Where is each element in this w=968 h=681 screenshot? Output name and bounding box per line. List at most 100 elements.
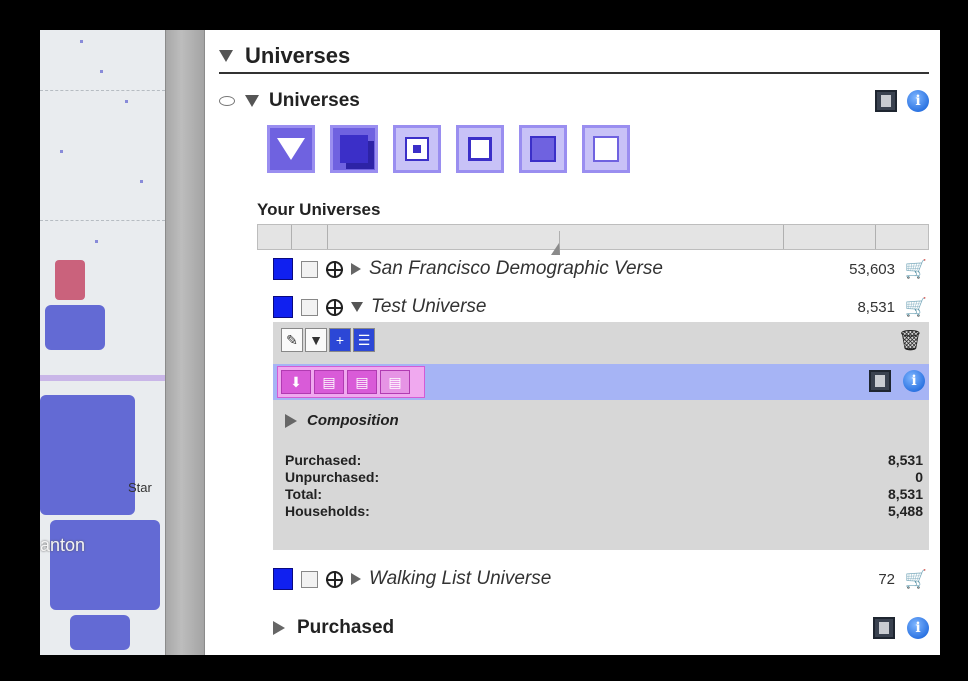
stat-label: Total: [285,486,323,502]
expand-row-icon[interactable] [351,263,361,275]
intersect-icon [405,137,429,161]
universe-detail: ✎ ▼ + ☰ 🗑 ⬇ ▤ ▤ ▤ i Composition Purchase… [273,322,929,550]
universes-panel: Universes Universes i Your Universes San… [205,30,940,655]
universes-subheader: Universes i [219,86,929,116]
row-toolbar: ✎ ▼ + ☰ [281,328,375,352]
map-road [40,375,165,381]
stat-label: Purchased: [285,452,362,468]
cart-icon[interactable]: 🛒 [903,297,929,318]
column-header[interactable] [876,225,928,249]
stat-value: 0 [915,469,923,485]
cart-icon[interactable]: 🛒 [903,259,929,280]
subtract-button[interactable] [456,125,504,173]
color-swatch[interactable] [273,568,293,590]
expand-button[interactable] [519,125,567,173]
universe-name[interactable]: Test Universe [371,296,849,318]
composition-label: Composition [307,412,399,429]
universe-count: 72 [878,570,895,588]
universe-name[interactable]: San Francisco Demographic Verse [369,258,841,280]
collapse-row-icon[interactable] [351,302,363,312]
film-icon[interactable] [869,370,891,392]
column-header[interactable] [258,225,292,249]
action-icons: i [869,370,925,392]
stat-value: 8,531 [887,452,923,468]
map-dot [140,180,143,183]
column-header[interactable] [784,225,876,249]
expand-icon[interactable] [273,621,285,635]
add-filter-icon[interactable]: + [329,328,351,352]
map-boundary [40,220,165,221]
universe-row[interactable]: Test Universe 8,531 🛒 [273,292,929,322]
expand-row-icon[interactable] [351,573,361,585]
composition-toggle[interactable]: Composition [285,412,399,429]
action-bar: ⬇ ▤ ▤ ▤ i [273,364,929,400]
info-icon[interactable]: i [907,90,929,112]
purchased-section[interactable]: Purchased i [273,612,929,644]
stat-label: Households: [285,503,370,519]
universe-row[interactable]: Walking List Universe 72 🛒 [273,564,929,594]
column-header[interactable] [292,225,328,249]
universe-name[interactable]: Walking List Universe [369,568,870,590]
row-checkbox[interactable] [301,570,318,588]
crosshair-icon[interactable] [326,260,343,278]
edit-icon[interactable]: ✎ [281,328,303,352]
map-cluster [40,395,135,515]
download-icon[interactable]: ⬇ [281,370,311,394]
stat-row: Purchased: 8,531 [285,452,923,469]
trash-icon[interactable]: 🗑 [898,328,923,353]
panel-header[interactable]: Universes [219,40,929,74]
your-universes-label: Your Universes [257,200,381,219]
union-icon [340,135,368,163]
diamond-icon[interactable] [219,96,235,106]
row-checkbox[interactable] [301,260,318,278]
filter-icon [277,138,305,160]
panel-splitter[interactable] [165,30,205,655]
map-cluster [50,520,160,610]
export-icon[interactable]: ▤ [380,370,410,394]
crosshair-icon[interactable] [326,570,343,588]
map-dot [125,100,128,103]
filter-toolbar [267,125,630,173]
panel-title: Universes [245,43,351,68]
map-cluster [45,305,105,350]
info-icon[interactable]: i [907,617,929,639]
walk-icon[interactable]: ▤ [347,370,377,394]
map-view[interactable]: Star anton [40,30,165,655]
union-button[interactable] [330,125,378,173]
map-cluster [55,260,85,300]
map-cluster [70,615,130,650]
expand-icon [285,413,297,428]
action-group: ⬇ ▤ ▤ ▤ [277,366,425,398]
clipboard-icon[interactable]: ☰ [353,328,375,352]
subtract-icon [468,137,492,161]
collapse-icon[interactable] [219,50,233,62]
cart-icon[interactable]: 🛒 [903,569,929,590]
map-dot [60,150,63,153]
shrink-button[interactable] [582,125,630,173]
color-swatch[interactable] [273,296,293,318]
delete-icon[interactable]: ▤ [314,370,344,394]
crosshair-icon[interactable] [326,298,343,316]
collapse-icon[interactable] [245,95,259,107]
column-header-name[interactable] [328,225,784,255]
filter-button[interactable] [267,125,315,173]
stat-value: 8,531 [887,486,923,502]
expand-icon [530,136,556,162]
stat-label: Unpurchased: [285,469,380,485]
map-label-anton: anton [40,535,86,555]
row-checkbox[interactable] [301,298,318,316]
stat-row: Households: 5,488 [285,503,923,520]
film-icon[interactable] [873,617,895,639]
stat-row: Total: 8,531 [285,486,923,503]
universe-count: 8,531 [857,298,895,316]
map-dot [80,40,83,43]
universe-row[interactable]: San Francisco Demographic Verse 53,603 🛒 [273,254,929,284]
film-icon[interactable] [875,90,897,112]
filter-icon[interactable]: ▼ [305,328,327,352]
sort-ascending-icon [551,231,560,255]
info-icon[interactable]: i [903,370,925,392]
universe-count: 53,603 [849,260,895,278]
color-swatch[interactable] [273,258,293,280]
map-label-star: Star [128,480,152,495]
intersect-button[interactable] [393,125,441,173]
